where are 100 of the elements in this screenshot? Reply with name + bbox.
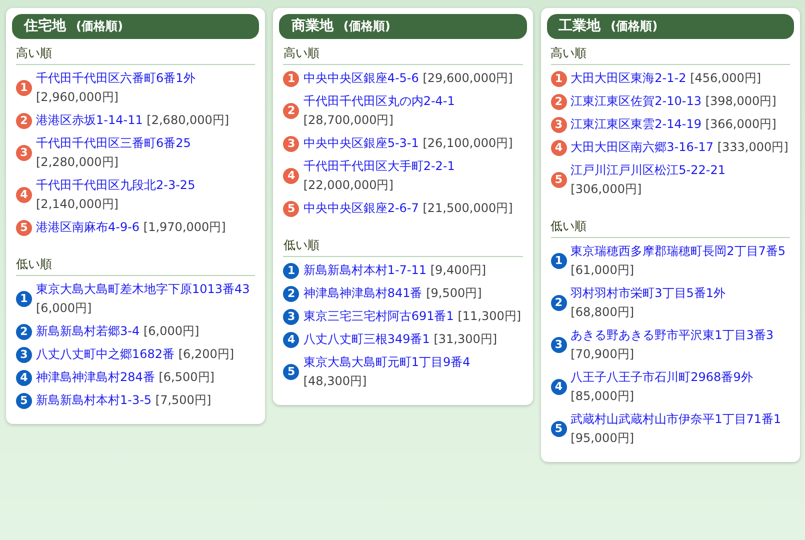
address-link[interactable]: 江東江東区東雲2-14-19 <box>570 117 702 131</box>
address-link[interactable]: 中央中央区銀座2-6-7 <box>303 201 419 215</box>
rank-badge: 2 <box>550 295 567 311</box>
price-text: [6,000円] <box>143 324 200 338</box>
rank-badge: 4 <box>550 379 567 395</box>
address-link[interactable]: 千代田千代田区三番町6番25 <box>36 136 191 150</box>
price-text: [31,300円] <box>434 332 498 346</box>
rank-badge: 4 <box>283 332 300 348</box>
address-link[interactable]: 港港区赤坂1-14-11 <box>36 113 143 127</box>
rank-badge: 5 <box>283 364 300 380</box>
rank-badge: 4 <box>16 370 32 386</box>
address-link[interactable]: 東京瑞穂西多摩郡瑞穂町長岡2丁目7番5 <box>570 244 786 258</box>
price-text: [6,500円] <box>158 370 214 384</box>
price-text: [28,700,000円] <box>303 113 394 127</box>
address-link[interactable]: 江東江東区佐賀2-10-13 <box>570 94 702 108</box>
address-link[interactable]: 大田大田区東海2-1-2 <box>570 71 686 85</box>
header-title: 住宅地 <box>24 16 66 36</box>
price-text: [1,970,000円] <box>143 220 226 234</box>
rank-badge: 4 <box>550 140 567 156</box>
address-link[interactable]: 東京三宅三宅村阿古691番1 <box>303 309 454 323</box>
address-link[interactable]: 八丈八丈町三根349番1 <box>303 332 430 346</box>
list-heading: 低い順 <box>16 255 256 276</box>
address-link[interactable]: 千代田千代田区丸の内2-4-1 <box>303 94 455 108</box>
address-link[interactable]: 神津島神津島村841番 <box>303 286 422 300</box>
rank-badge: 1 <box>16 80 32 96</box>
header-subtitle: (価格順) <box>76 18 123 35</box>
address-link[interactable]: 東京大島大島町差木地字下原1013番43 <box>36 282 250 296</box>
price-text: [26,100,000円] <box>422 136 513 150</box>
address-link[interactable]: 大田大田区南六郷3-16-17 <box>570 140 714 154</box>
address-link[interactable]: あきる野あきる野市平沢東1丁目3番3 <box>570 328 774 342</box>
price-text: [456,000円] <box>690 71 762 85</box>
price-text: [2,680,000円] <box>146 113 230 127</box>
address-link[interactable]: 八王子八王子市石川町2968番9外 <box>570 370 753 384</box>
rank-badge: 2 <box>16 324 32 340</box>
header-title: 工業地 <box>558 17 601 36</box>
rank-badge: 5 <box>16 392 32 408</box>
rank-badge: 5 <box>550 172 567 188</box>
rank-badge: 2 <box>283 103 300 119</box>
rank-badge: 1 <box>550 70 567 86</box>
rank-badge: 1 <box>550 253 567 269</box>
address-link[interactable]: 千代田千代田区九段北2-3-25 <box>36 178 196 192</box>
price-text: [48,300円] <box>303 374 367 388</box>
price-text: [29,600,000円] <box>422 71 513 85</box>
price-text: [22,000,000円] <box>303 178 394 192</box>
list-heading: 低い順 <box>550 217 790 238</box>
list-heading: 高い順 <box>550 44 790 65</box>
address-link[interactable]: 八丈八丈町中之郷1682番 <box>36 347 175 361</box>
rank-badge: 3 <box>550 337 567 353</box>
header-subtitle: (価格順) <box>610 18 658 35</box>
rank-badge: 4 <box>16 187 32 203</box>
address-link[interactable]: 千代田千代田区大手町2-2-1 <box>303 159 455 173</box>
header-subtitle: (価格順) <box>343 18 390 35</box>
price-text: [9,500円] <box>426 286 482 300</box>
price-text: [11,300円] <box>458 309 522 323</box>
rank-badge: 3 <box>283 308 300 324</box>
price-text: [68,800円] <box>570 305 634 319</box>
rank-badge: 3 <box>16 346 32 362</box>
price-text: [333,000円] <box>717 140 788 154</box>
address-link[interactable]: 新島新島村本村1-3-5 <box>36 393 152 407</box>
price-text: [7,500円] <box>155 393 212 407</box>
rank-badge: 5 <box>283 200 300 216</box>
address-link[interactable]: 新島新島村若郷3-4 <box>36 324 140 338</box>
address-link[interactable]: 新島新島村本村1-7-11 <box>303 263 427 277</box>
address-link[interactable]: 東京大島大島町元町1丁目9番4 <box>303 355 470 369</box>
rank-badge: 4 <box>283 168 300 184</box>
price-text: [9,400円] <box>430 263 486 277</box>
price-text: [21,500,000円] <box>422 201 513 215</box>
address-link[interactable]: 千代田千代田区六番町6番1外 <box>36 71 196 85</box>
price-text: [61,000円] <box>570 263 634 277</box>
address-link[interactable]: 江戸川江戸川区松江5-22-21 <box>570 163 726 177</box>
rank-badge: 3 <box>550 116 567 132</box>
price-text: [6,200円] <box>178 347 234 361</box>
rank-badge: 3 <box>283 136 300 152</box>
address-link[interactable]: 港港区南麻布4-9-6 <box>36 220 140 234</box>
price-text: [2,140,000円] <box>36 197 118 211</box>
rank-badge: 1 <box>283 70 300 86</box>
address-link[interactable]: 神津島神津島村284番 <box>36 370 155 384</box>
header-title: 商業地 <box>291 16 334 36</box>
price-text: [85,000円] <box>570 389 634 403</box>
list-heading: 低い順 <box>283 236 523 257</box>
rank-badge: 2 <box>283 286 300 302</box>
rank-badge: 1 <box>283 262 300 278</box>
rank-badge: 5 <box>550 421 567 437</box>
address-link[interactable]: 中央中央区銀座4-5-6 <box>303 71 419 85</box>
address-link[interactable]: 中央中央区銀座5-3-1 <box>303 136 419 150</box>
list-heading: 高い順 <box>16 44 256 65</box>
address-link[interactable]: 羽村羽村市栄町3丁目5番1外 <box>570 286 726 300</box>
price-text: [366,000円] <box>705 117 776 131</box>
address-link[interactable]: 武蔵村山武蔵村山市伊奈平1丁目71番1 <box>570 412 782 426</box>
rank-badge: 2 <box>16 112 32 128</box>
price-text: [70,900円] <box>570 347 634 361</box>
price-text: [2,280,000円] <box>36 155 118 169</box>
price-text: [6,000円] <box>36 301 92 315</box>
list-heading: 高い順 <box>283 44 523 65</box>
price-text: [306,000円] <box>570 182 642 196</box>
rank-badge: 3 <box>16 145 32 161</box>
rank-badge: 5 <box>16 220 32 236</box>
price-text: [2,960,000円] <box>36 90 118 104</box>
price-text: [398,000円] <box>705 94 776 108</box>
rank-badge: 2 <box>550 94 567 110</box>
